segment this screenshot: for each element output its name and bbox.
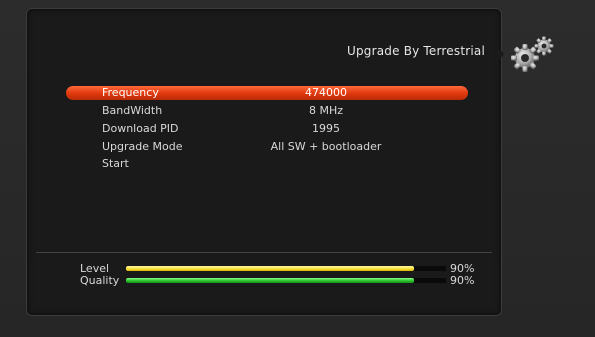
menu-label: Frequency bbox=[102, 86, 159, 99]
level-meter bbox=[126, 266, 446, 271]
menu-label: Upgrade Mode bbox=[102, 140, 183, 153]
menu-value: 474000 bbox=[305, 86, 347, 99]
menu-row-download-pid[interactable]: Download PID 1995 bbox=[66, 122, 468, 136]
quality-label: Quality bbox=[80, 274, 120, 287]
settings-gears-icon bbox=[511, 36, 554, 72]
menu-value: 1995 bbox=[312, 122, 340, 135]
page-title: Upgrade By Terrestrial bbox=[346, 44, 485, 58]
menu-label: Start bbox=[102, 157, 129, 170]
menu-row-start[interactable]: Start bbox=[66, 157, 468, 171]
quality-meter-fill bbox=[126, 278, 414, 283]
menu-label: Download PID bbox=[102, 122, 179, 135]
quality-value: 90% bbox=[450, 274, 475, 287]
menu-label: BandWidth bbox=[102, 104, 163, 117]
menu-row-frequency[interactable]: Frequency 474000 bbox=[66, 86, 468, 100]
menu-value: All SW + bootloader bbox=[270, 140, 382, 153]
divider bbox=[36, 252, 492, 253]
quality-meter bbox=[126, 278, 446, 283]
panel-notch bbox=[496, 44, 504, 64]
menu-row-upgrade-mode[interactable]: Upgrade Mode All SW + bootloader bbox=[66, 140, 468, 154]
menu-value: 8 MHz bbox=[308, 104, 344, 117]
menu-row-bandwidth[interactable]: BandWidth 8 MHz bbox=[66, 104, 468, 118]
screen-background: Upgrade By Terrestrial Frequency 474000 … bbox=[0, 0, 595, 337]
level-meter-fill bbox=[126, 266, 414, 271]
